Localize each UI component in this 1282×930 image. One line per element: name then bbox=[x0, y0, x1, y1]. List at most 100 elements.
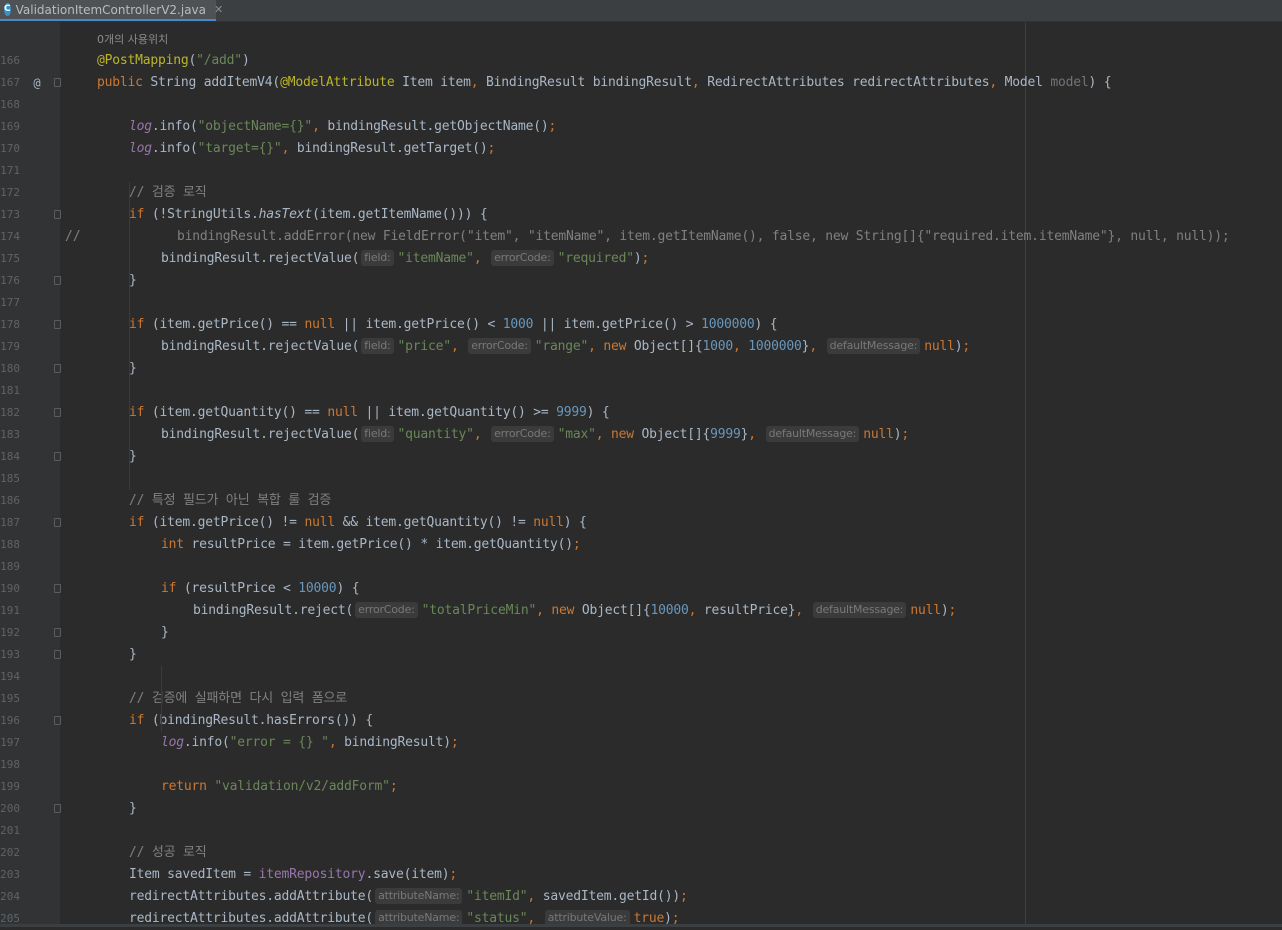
editor-tab-bar: C ValidationItemControllerV2.java ✕ bbox=[0, 0, 1282, 22]
code-token: int bbox=[161, 537, 192, 552]
code-token: 10000 bbox=[650, 603, 689, 618]
code-line[interactable]: 202 // 성공 로직 bbox=[0, 842, 1282, 864]
code-line[interactable]: 170 log.info("target={}", bindingResult.g… bbox=[0, 138, 1282, 160]
code-token: bindingResult.getTarget() bbox=[296, 141, 488, 156]
code-line[interactable]: 177 bbox=[0, 292, 1282, 314]
fold-icon[interactable] bbox=[54, 452, 61, 461]
code-line[interactable]: 168 bbox=[0, 94, 1282, 116]
fold-icon[interactable] bbox=[54, 276, 61, 285]
code-line[interactable]: 191 bindingResult.reject(errorCode: "total… bbox=[0, 600, 1282, 622]
code-token: 9999 bbox=[556, 405, 587, 420]
code-line[interactable]: 169 log.info("objectName={}", bindingResu… bbox=[0, 116, 1282, 138]
fold-icon[interactable] bbox=[54, 584, 61, 593]
code-line[interactable]: 166 @PostMapping("/add") bbox=[0, 50, 1282, 72]
code-line[interactable]: 167 @ public String addItemV4(@ModelAttrib… bbox=[0, 72, 1282, 94]
line-number: 188 bbox=[0, 538, 20, 551]
code-line[interactable]: 190 if (resultPrice < 10000) { bbox=[0, 578, 1282, 600]
line-number: 204 bbox=[0, 890, 20, 903]
code-token: } bbox=[129, 449, 137, 464]
fold-icon[interactable] bbox=[54, 716, 61, 725]
fold-icon[interactable] bbox=[54, 78, 61, 87]
code-token: } bbox=[129, 273, 137, 288]
code-line[interactable]: 181 bbox=[0, 380, 1282, 402]
code-token: 1000000 bbox=[748, 339, 802, 354]
code-text: if (item.getPrice() == null || item.getP… bbox=[129, 314, 778, 336]
usages-hint[interactable]: 0개의 사용위치 bbox=[97, 31, 168, 49]
code-token: (resultPrice < bbox=[183, 581, 299, 596]
code-line[interactable]: 183 bindingResult.rejectValue(field: "quan… bbox=[0, 424, 1282, 446]
fold-icon[interactable] bbox=[54, 650, 61, 659]
code-token: ) { bbox=[1088, 75, 1112, 90]
fold-icon[interactable] bbox=[54, 408, 61, 417]
line-number: 201 bbox=[0, 824, 20, 837]
fold-icon[interactable] bbox=[54, 628, 61, 637]
parameter-hint: attributeName: bbox=[375, 888, 463, 904]
code-line[interactable]: 185 bbox=[0, 468, 1282, 490]
code-line[interactable]: 174 // bindingResult.addError(new FieldErr… bbox=[0, 226, 1282, 248]
code-token: 1000 bbox=[702, 339, 734, 354]
code-line[interactable]: 199 return "validation/v2/addForm"; bbox=[0, 776, 1282, 798]
code-line[interactable]: 204 redirectAttributes.addAttribute(attri… bbox=[0, 886, 1282, 908]
code-token: , bbox=[691, 75, 708, 90]
code-token: (item.getPrice() == bbox=[151, 317, 305, 332]
code-token: , bbox=[795, 603, 811, 618]
code-text: // 성공 로직 bbox=[129, 842, 207, 864]
fold-icon[interactable] bbox=[54, 364, 61, 373]
code-line[interactable]: 186 // 특정 필드가 아닌 복합 룰 검증 bbox=[0, 490, 1282, 512]
code-line[interactable]: 201 bbox=[0, 820, 1282, 842]
code-line[interactable]: 180} bbox=[0, 358, 1282, 380]
code-token: "error = {} " bbox=[229, 735, 329, 750]
code-token: ) bbox=[241, 53, 250, 68]
code-line[interactable]: 184} bbox=[0, 446, 1282, 468]
code-token: ) { bbox=[754, 317, 778, 332]
fold-icon[interactable] bbox=[54, 518, 61, 527]
code-token: , new bbox=[588, 339, 634, 354]
code-token: null bbox=[863, 427, 894, 442]
code-line[interactable]: 195// 검증에 실패하면 다시 입력 폼으로 bbox=[0, 688, 1282, 710]
fold-icon[interactable] bbox=[54, 320, 61, 329]
code-token: resultPrice} bbox=[703, 603, 796, 618]
code-line[interactable]: 188 int resultPrice = item.getPrice() * i… bbox=[0, 534, 1282, 556]
code-line[interactable]: 203 Item savedItem = itemRepository.save(… bbox=[0, 864, 1282, 886]
code-token: ) { bbox=[336, 581, 360, 596]
code-line[interactable]: 176} bbox=[0, 270, 1282, 292]
code-text: bindingResult.rejectValue(field: "itemNam… bbox=[161, 248, 649, 270]
code-line[interactable]: 179 bindingResult.rejectValue(field: "pric… bbox=[0, 336, 1282, 358]
code-line[interactable]: 196 if (bindingResult.hasErrors()) { bbox=[0, 710, 1282, 732]
code-text: } bbox=[129, 270, 137, 292]
code-line[interactable]: 198 bbox=[0, 754, 1282, 776]
fold-icon[interactable] bbox=[54, 804, 61, 813]
code-token: "range" bbox=[534, 339, 589, 354]
line-number: 178 bbox=[0, 318, 20, 331]
code-line[interactable]: 194 bbox=[0, 666, 1282, 688]
fold-icon[interactable] bbox=[54, 210, 61, 219]
code-token: Object[]{ bbox=[581, 603, 651, 618]
override-marker-icon[interactable]: @ bbox=[31, 72, 43, 94]
line-number: 192 bbox=[0, 626, 20, 639]
code-line[interactable]: 173 if (!StringUtils.hasText(item.getItem… bbox=[0, 204, 1282, 226]
file-tab[interactable]: C ValidationItemControllerV2.java ✕ bbox=[0, 0, 223, 21]
code-line[interactable]: 178 if (item.getPrice() == null || item.g… bbox=[0, 314, 1282, 336]
code-line[interactable]: 189 bbox=[0, 556, 1282, 578]
code-token: ; bbox=[948, 603, 957, 618]
code-line[interactable]: 182 if (item.getQuantity() == null || ite… bbox=[0, 402, 1282, 424]
line-number: 194 bbox=[0, 670, 20, 683]
code-token: .info( bbox=[151, 119, 198, 134]
code-token: null bbox=[327, 405, 366, 420]
code-token: ; bbox=[487, 141, 496, 156]
code-line[interactable]: 200} bbox=[0, 798, 1282, 820]
code-line[interactable]: 171 bbox=[0, 160, 1282, 182]
close-icon[interactable]: ✕ bbox=[214, 3, 223, 16]
code-line[interactable]: 187 if (item.getPrice() != null && item.g… bbox=[0, 512, 1282, 534]
code-line[interactable]: 197 log.info("error = {} ", bindingResult… bbox=[0, 732, 1282, 754]
code-line[interactable]: 193} bbox=[0, 644, 1282, 666]
code-token: bindingResult.getObjectName() bbox=[327, 119, 549, 134]
code-line[interactable]: 172 // 검증 로직 bbox=[0, 182, 1282, 204]
code-text: public String addItemV4(@ModelAttribute … bbox=[97, 72, 1112, 94]
line-number: 187 bbox=[0, 516, 20, 529]
code-token: savedItem.getId()) bbox=[542, 889, 680, 904]
code-line[interactable]: 192} bbox=[0, 622, 1282, 644]
code-token: @PostMapping bbox=[97, 53, 189, 68]
code-line[interactable]: 175 bindingResult.rejectValue(field: "item… bbox=[0, 248, 1282, 270]
code-token: log bbox=[129, 119, 152, 134]
